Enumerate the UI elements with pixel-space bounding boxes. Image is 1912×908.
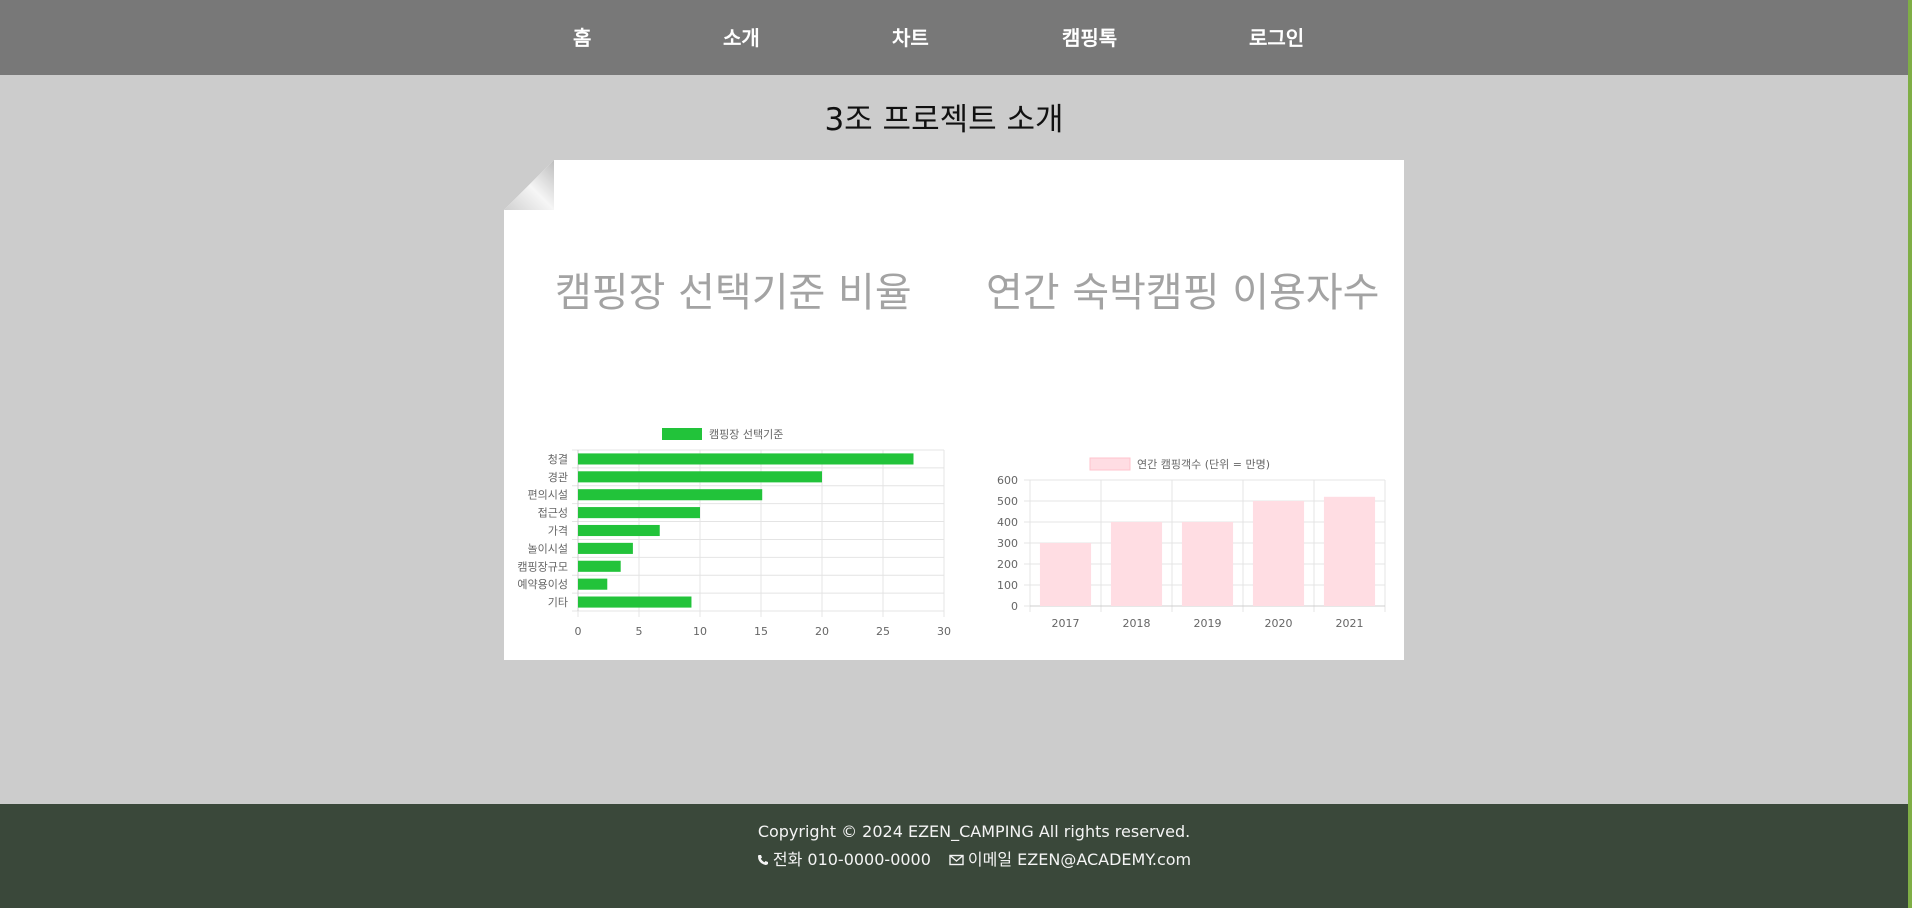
bar bbox=[578, 524, 660, 537]
legend-swatch bbox=[1089, 457, 1131, 471]
category-label: 2017 bbox=[1052, 617, 1080, 630]
nav-camping-talk[interactable]: 캠핑톡 bbox=[1062, 22, 1117, 51]
bar bbox=[578, 542, 633, 554]
bar bbox=[578, 489, 763, 501]
x-tick-label: 15 bbox=[754, 625, 768, 638]
category-label: 2019 bbox=[1194, 617, 1222, 630]
category-label: 가격 bbox=[548, 525, 568, 538]
right-edge-accent bbox=[1908, 0, 1912, 908]
nav-chart[interactable]: 차트 bbox=[892, 22, 929, 51]
y-tick-label: 400 bbox=[997, 516, 1018, 529]
category-label: 2021 bbox=[1336, 617, 1364, 630]
y-tick-label: 600 bbox=[997, 474, 1018, 487]
y-tick-label: 100 bbox=[997, 579, 1018, 592]
category-label: 2018 bbox=[1123, 617, 1151, 630]
bar bbox=[578, 560, 621, 572]
selection-criteria-chart: 캠핑장 선택기준 0 5 10 15 20 25 30 청결경관편의시설접근성가격놀이시설캠핑장… bbox=[517, 428, 951, 638]
bar bbox=[578, 453, 914, 465]
bar bbox=[578, 507, 700, 519]
bar bbox=[578, 578, 608, 590]
x-tick-label: 0 bbox=[575, 625, 582, 638]
category-label: 기타 bbox=[548, 596, 568, 609]
phone-icon bbox=[757, 851, 769, 870]
category-label: 캠핑장규모 bbox=[517, 560, 568, 573]
bar bbox=[578, 596, 692, 608]
category-label: 편의시설 bbox=[528, 489, 568, 502]
charts-card: 캠핑장 선택기준 비율 연간 숙박캠핑 이용자수 캠핑장 선택기준 0 5 10 15 2… bbox=[504, 160, 1404, 660]
x-tick-label: 30 bbox=[937, 625, 951, 638]
site-footer: Copyright © 2024 EZEN_CAMPING All rights… bbox=[0, 804, 1908, 908]
mail-icon bbox=[949, 851, 964, 870]
y-tick-label: 300 bbox=[997, 537, 1018, 550]
category-label: 2020 bbox=[1265, 617, 1293, 630]
nav-login[interactable]: 로그인 bbox=[1249, 22, 1304, 51]
nav-home[interactable]: 홈 bbox=[573, 22, 591, 51]
category-label: 놀이시설 bbox=[528, 542, 568, 555]
top-nav: 홈 소개 차트 캠핑톡 로그인 bbox=[0, 0, 1908, 75]
x-tick-label: 5 bbox=[636, 625, 643, 638]
x-tick-label: 10 bbox=[693, 625, 707, 638]
category-label: 청결 bbox=[548, 453, 568, 466]
bar bbox=[1252, 501, 1305, 606]
category-label: 경관 bbox=[548, 471, 568, 484]
email-text: 이메일 EZEN@ACADEMY.com bbox=[967, 850, 1192, 869]
legend-label: 연간 캠핑객수 (단위 = 만명) bbox=[1137, 458, 1270, 471]
y-tick-label: 0 bbox=[1011, 600, 1018, 613]
x-tick-label: 25 bbox=[876, 625, 890, 638]
y-tick-label: 500 bbox=[997, 495, 1018, 508]
bar bbox=[1039, 543, 1092, 606]
page-title: 3조 프로젝트 소개 bbox=[824, 102, 1064, 138]
x-tick-label: 20 bbox=[815, 625, 829, 638]
nav-about[interactable]: 소개 bbox=[723, 22, 760, 51]
category-label: 예약용이성 bbox=[517, 577, 568, 591]
contact-line: 전화 010-0000-0000 이메일 EZEN@ACADEMY.com bbox=[0, 846, 1912, 870]
category-label: 접근성 bbox=[538, 507, 568, 520]
bar bbox=[1110, 522, 1163, 606]
legend-swatch bbox=[662, 428, 702, 440]
y-tick-label: 200 bbox=[997, 558, 1018, 571]
annual-campers-chart: 연간 캠핑객수 (단위 = 만명) 0 100 200 300 400 500 600 2017… bbox=[997, 457, 1386, 630]
copyright-text: Copyright © 2024 EZEN_CAMPING All rights… bbox=[757, 822, 1191, 841]
bar bbox=[1323, 496, 1376, 606]
bar bbox=[1181, 522, 1234, 606]
legend-label: 캠핑장 선택기준 bbox=[709, 428, 783, 441]
phone-text: 전화 010-0000-0000 bbox=[772, 850, 931, 869]
bar bbox=[578, 471, 822, 483]
